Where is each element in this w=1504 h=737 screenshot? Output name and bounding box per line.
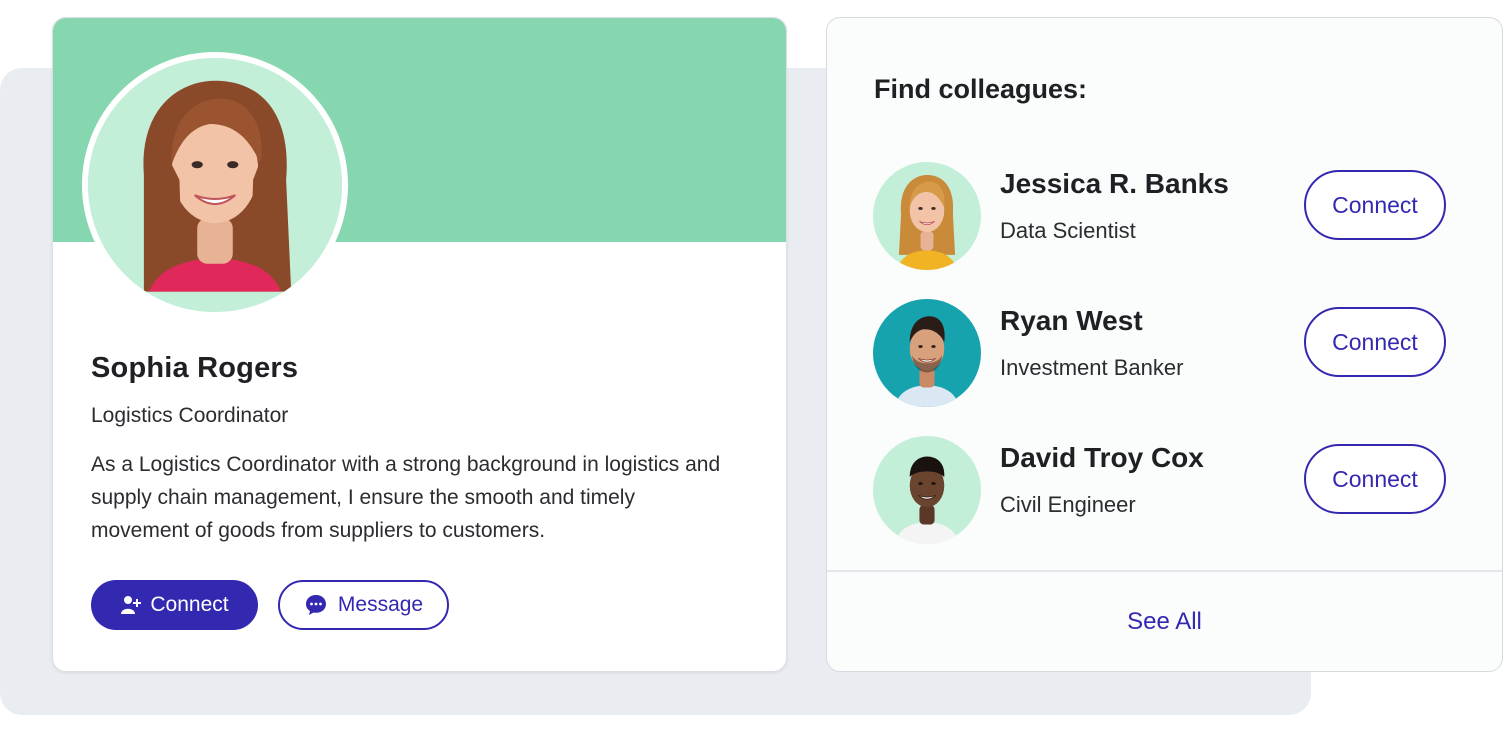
colleague-role: Data Scientist <box>1000 218 1136 243</box>
message-button[interactable]: Message <box>278 580 449 630</box>
connect-button[interactable]: Connect <box>91 580 258 630</box>
add-user-icon <box>120 594 142 616</box>
profile-bio: As a Logistics Coordinator with a strong… <box>91 453 721 542</box>
colleague-avatar <box>873 436 981 544</box>
profile-avatar <box>82 52 348 318</box>
connect-david-button[interactable]: Connect <box>1304 444 1446 514</box>
colleague-role: Investment Banker <box>1000 355 1184 380</box>
colleagues-heading: Find colleagues: <box>874 74 1088 104</box>
colleague-row: David Troy Cox Civil Engineer Connect <box>873 436 1453 544</box>
panel-divider <box>827 570 1502 572</box>
connect-button-label: Connect <box>150 593 229 616</box>
profile-card: Sophia Rogers Logistics Coordinator As a… <box>52 17 787 672</box>
colleague-name: Jessica R. Banks <box>1000 168 1229 199</box>
profile-name: Sophia Rogers <box>91 352 299 384</box>
see-all-link[interactable]: See All <box>827 608 1502 636</box>
colleague-name: Ryan West <box>1000 305 1143 336</box>
colleague-row: Ryan West Investment Banker Connect <box>873 299 1453 407</box>
chat-bubble-icon <box>304 593 328 617</box>
message-button-label: Message <box>337 593 424 616</box>
colleague-role: Civil Engineer <box>1000 492 1136 517</box>
colleague-name: David Troy Cox <box>1000 442 1204 473</box>
connect-ryan-button[interactable]: Connect <box>1304 307 1446 377</box>
connect-jessica-button[interactable]: Connect <box>1304 170 1446 240</box>
profile-job-title: Logistics Coordinator <box>91 404 289 427</box>
colleague-avatar <box>873 162 981 270</box>
colleague-row: Jessica R. Banks Data Scientist Connect <box>873 162 1453 270</box>
colleague-avatar <box>873 299 981 407</box>
find-colleagues-panel: Find colleagues: Jessica R. Banks Data S… <box>826 17 1503 672</box>
